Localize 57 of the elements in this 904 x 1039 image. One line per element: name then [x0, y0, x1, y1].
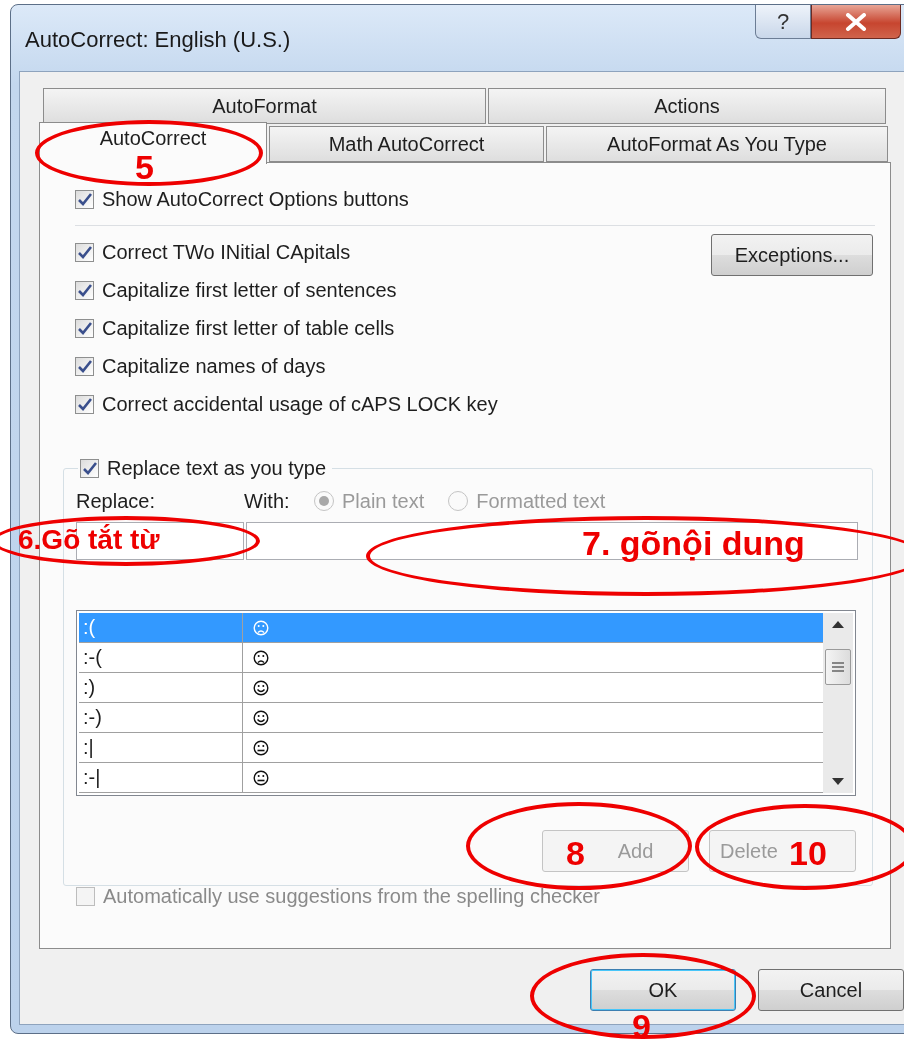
tab[interactable]: Math AutoCorrect — [269, 126, 544, 162]
checkmark-icon — [77, 192, 92, 206]
annotation-label: 10 — [789, 836, 827, 870]
checkbox[interactable] — [80, 458, 99, 478]
list-row[interactable]: :-( — [79, 643, 823, 673]
radio-label: Formatted text — [476, 489, 606, 513]
exceptions-button[interactable]: Exceptions... — [711, 234, 873, 276]
checkbox[interactable] — [75, 280, 94, 300]
window-title: AutoCorrect: English (U.S.) — [25, 27, 291, 53]
checkbox-label: Correct TWo INitial CApitals — [102, 240, 351, 264]
checkmark-icon — [77, 321, 92, 335]
checkbox[interactable] — [75, 318, 94, 338]
table-cell: :-| — [79, 763, 243, 792]
table-cell: :) — [79, 673, 243, 702]
table-cell: :-( — [79, 643, 243, 672]
tab[interactable]: AutoFormat As You Type — [546, 126, 888, 162]
list-row[interactable]: :-| — [79, 763, 823, 793]
checkbox[interactable] — [75, 242, 94, 262]
checkbox-label: Show AutoCorrect Options buttons — [102, 187, 409, 211]
field-label: With: — [244, 489, 291, 513]
table-cell: :-) — [79, 703, 243, 732]
checkmark-icon — [77, 283, 92, 297]
checkbox-label: Capitalize first letter of sentences — [102, 278, 397, 302]
list-row[interactable]: :-) — [79, 703, 823, 733]
checkbox[interactable] — [75, 394, 94, 414]
annotation-label: 7. gõnội dung — [582, 526, 805, 560]
checkmark-icon — [77, 397, 92, 411]
checkbox-label: Capitalize first letter of table cells — [102, 316, 395, 340]
radio-label: Plain text — [342, 489, 425, 513]
scrollbar[interactable] — [823, 613, 853, 793]
annotation-label: 8 — [566, 836, 585, 870]
checkbox-label: Automatically use suggestions from the spelling checker — [103, 884, 600, 908]
annotation-label: 6.Gõ tắt từ — [18, 526, 160, 554]
checkbox-label: Capitalize names of days — [102, 354, 326, 378]
ok-button[interactable]: OK — [590, 969, 736, 1011]
list-row[interactable]: :| — [79, 733, 823, 763]
checkmark-icon — [77, 245, 92, 259]
table-cell: :( — [79, 613, 243, 642]
scroll-down-icon — [832, 778, 844, 785]
list-row[interactable]: :) — [79, 673, 823, 703]
field-label: Replace: — [76, 489, 156, 513]
checkbox[interactable] — [75, 356, 94, 376]
grip-icon — [832, 662, 844, 672]
with-field[interactable] — [246, 522, 858, 560]
checkbox-label: Correct accidental usage of cAPS LOCK key — [102, 392, 498, 416]
close-button[interactable] — [811, 5, 901, 39]
checkmark-icon — [82, 461, 97, 475]
tab[interactable]: Actions — [488, 88, 886, 124]
close-icon — [845, 12, 867, 31]
cancel-button[interactable]: Cancel — [758, 969, 904, 1011]
scroll-up-icon — [832, 621, 844, 628]
table-cell: :| — [79, 733, 243, 762]
group-label: Replace text as you type — [107, 456, 326, 480]
checkmark-icon — [77, 359, 92, 373]
checkbox[interactable] — [75, 189, 94, 209]
help-button[interactable]: ? — [755, 5, 811, 39]
tab[interactable]: AutoFormat — [43, 88, 486, 124]
